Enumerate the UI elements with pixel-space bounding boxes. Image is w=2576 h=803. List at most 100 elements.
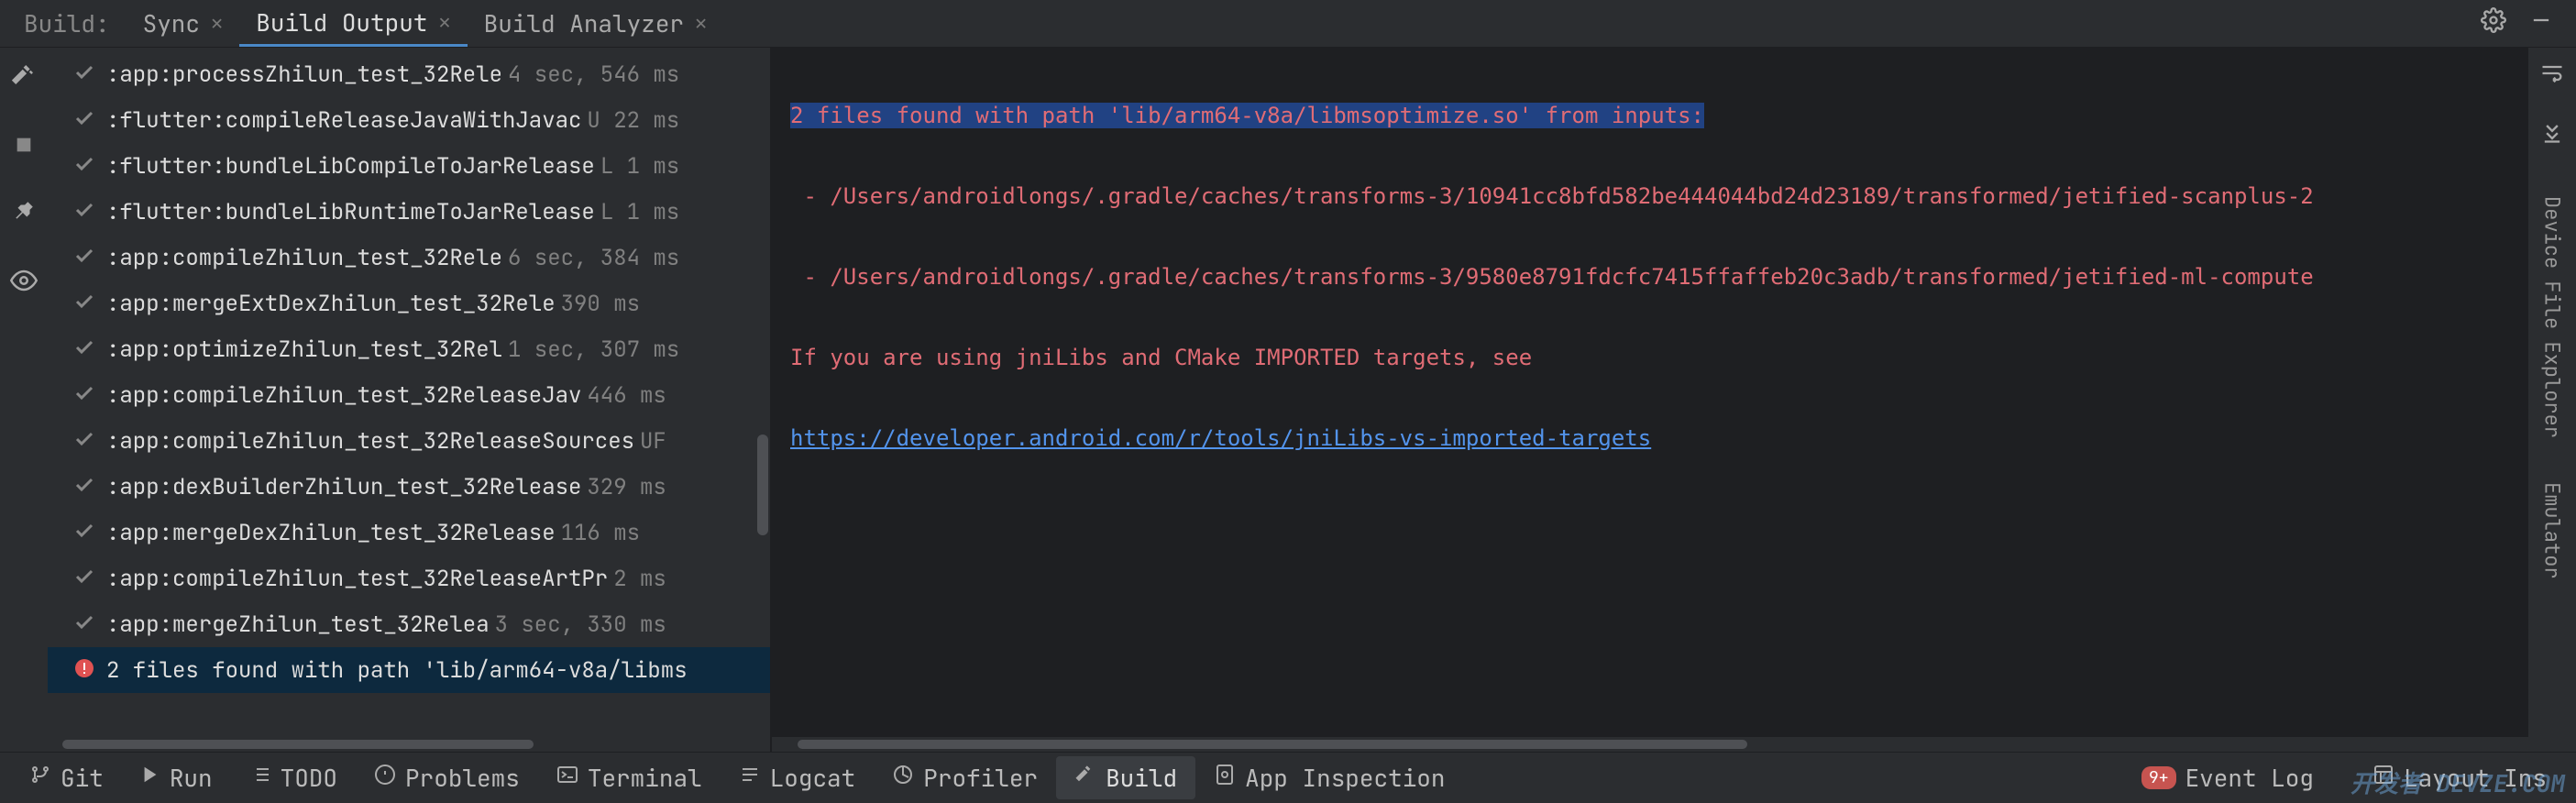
todo-tool[interactable]: TODO (231, 756, 356, 799)
task-label: :flutter:compileReleaseJavaWithJavac (106, 106, 581, 135)
tab-label: Sync (143, 7, 200, 39)
task-row[interactable]: :flutter:compileReleaseJavaWithJavac U 2… (48, 97, 770, 143)
run-label: Run (170, 762, 213, 794)
warning-icon (374, 764, 396, 793)
check-icon (73, 58, 95, 92)
build-label: Build: (7, 7, 127, 39)
tab-build-analyzer[interactable]: Build Analyzer ✕ (468, 0, 724, 47)
check-icon (73, 379, 95, 412)
task-time: L 1 ms (600, 152, 679, 181)
build-tool[interactable]: Build (1056, 756, 1195, 799)
stop-icon[interactable] (14, 134, 34, 162)
task-time: 1 sec, 307 ms (508, 336, 679, 364)
task-row[interactable]: :app:compileZhilun_test_32ReleaseSources… (48, 418, 770, 464)
output-content[interactable]: 2 files found with path 'lib/arm64-v8a/l… (772, 48, 2528, 737)
check-icon (73, 562, 95, 596)
logcat-icon (739, 764, 761, 793)
task-label: :flutter:bundleLibCompileToJarRelease (106, 152, 595, 181)
terminal-label: Terminal (588, 762, 702, 794)
task-row[interactable]: :app:compileZhilun_test_32ReleaseJav 446… (48, 372, 770, 418)
task-label: :flutter:bundleLibRuntimeToJarRelease (106, 198, 595, 226)
app-inspection-tool[interactable]: App Inspection (1195, 756, 1463, 799)
task-label: :app:mergeDexZhilun_test_32Release (106, 519, 556, 547)
task-row[interactable]: :app:processZhilun_test_32Rele 4 sec, 54… (48, 51, 770, 97)
tab-label: Build Output (256, 6, 427, 38)
tab-build-output[interactable]: Build Output ✕ (239, 0, 467, 47)
task-row[interactable]: :app:mergeExtDexZhilun_test_32Rele 390 m… (48, 280, 770, 326)
task-row[interactable]: :app:optimizeZhilun_test_32Rel 1 sec, 30… (48, 326, 770, 372)
app-inspection-label: App Inspection (1245, 762, 1445, 794)
check-icon (73, 424, 95, 458)
task-label: 2 files found with path 'lib/arm64-v8a/l… (106, 656, 688, 685)
profiler-tool[interactable]: Profiler (874, 756, 1056, 799)
eye-icon[interactable] (10, 267, 38, 302)
git-label: Git (61, 762, 104, 794)
task-time: 329 ms (587, 473, 666, 501)
scroll-to-end-icon[interactable] (2539, 119, 2565, 152)
gear-icon[interactable] (2481, 7, 2506, 40)
play-icon (140, 764, 160, 792)
tab-label: Build Analyzer (484, 7, 684, 39)
task-row[interactable]: :app:compileZhilun_test_32Rele 6 sec, 38… (48, 235, 770, 280)
output-horizontal-scrollbar[interactable] (772, 737, 2528, 752)
emulator-tab[interactable]: Emulator (2539, 482, 2566, 579)
terminal-tool[interactable]: Terminal (538, 756, 721, 799)
inspection-icon (1214, 764, 1236, 793)
minimize-icon[interactable] (2528, 7, 2554, 40)
git-branch-icon (29, 764, 51, 793)
task-row[interactable]: 2 files found with path 'lib/arm64-v8a/l… (48, 647, 770, 693)
profiler-label: Profiler (923, 762, 1038, 794)
event-log-label: Event Log (2185, 762, 2314, 794)
close-icon[interactable]: ✕ (695, 10, 707, 37)
soft-wrap-icon[interactable] (2539, 60, 2565, 94)
task-label: :app:compileZhilun_test_32ReleaseArtPr (106, 565, 608, 593)
task-row[interactable]: :app:mergeDexZhilun_test_32Release 116 m… (48, 510, 770, 556)
device-file-explorer-tab[interactable]: Device File Explorer (2539, 196, 2566, 438)
right-toolbar: Device File Explorer Emulator (2528, 48, 2576, 752)
horizontal-scrollbar[interactable] (48, 737, 770, 752)
task-time: 4 sec, 546 ms (508, 60, 679, 89)
task-time: 6 sec, 384 ms (508, 244, 679, 272)
build-tabs-bar: Build: Sync ✕ Build Output ✕ Build Analy… (0, 0, 2576, 48)
bottom-tool-bar: Git Run TODO Problems Terminal Logcat (0, 752, 2576, 803)
close-icon[interactable]: ✕ (211, 10, 223, 37)
task-time: 390 ms (561, 290, 640, 318)
check-icon (73, 241, 95, 275)
task-time: 116 ms (561, 519, 640, 547)
check-icon (73, 104, 95, 138)
hammer-icon (1074, 764, 1096, 793)
task-time: 2 ms (613, 565, 666, 593)
event-log-tool[interactable]: 9+ Event Log (2123, 756, 2332, 799)
task-label: :app:processZhilun_test_32Rele (106, 60, 502, 89)
watermark: 开发者 DEVZE.COM (2350, 765, 2565, 799)
task-row[interactable]: :app:mergeZhilun_test_32Relea 3 sec, 330… (48, 601, 770, 647)
output-line-4: If you are using jniLibs and CMake IMPOR… (790, 337, 2510, 378)
pin-icon[interactable] (12, 199, 36, 230)
output-line-1: 2 files found with path 'lib/arm64-v8a/l… (790, 103, 1704, 128)
task-row[interactable]: :app:compileZhilun_test_32ReleaseArtPr 2… (48, 556, 770, 601)
error-icon (73, 654, 95, 687)
check-icon (73, 195, 95, 229)
profiler-icon (892, 764, 914, 793)
task-row[interactable]: :flutter:bundleLibRuntimeToJarRelease L … (48, 189, 770, 235)
list-icon (249, 764, 271, 793)
task-time: 3 sec, 330 ms (495, 610, 666, 639)
close-icon[interactable]: ✕ (438, 9, 450, 36)
task-time: U 22 ms (587, 106, 679, 135)
check-icon (73, 333, 95, 367)
build-task-list: :app:processZhilun_test_32Rele 4 sec, 54… (48, 48, 772, 752)
git-tool[interactable]: Git (11, 756, 122, 799)
logcat-tool[interactable]: Logcat (721, 756, 875, 799)
task-time: L 1 ms (600, 198, 679, 226)
run-tool[interactable]: Run (122, 756, 231, 799)
tab-sync[interactable]: Sync ✕ (127, 0, 240, 47)
task-label: :app:compileZhilun_test_32Rele (106, 244, 502, 272)
vertical-scrollbar[interactable] (757, 434, 768, 535)
task-time: 446 ms (587, 381, 666, 410)
task-row[interactable]: :flutter:bundleLibCompileToJarRelease L … (48, 143, 770, 189)
output-link[interactable]: https://developer.android.com/r/tools/jn… (790, 425, 1651, 451)
task-row[interactable]: :app:dexBuilderZhilun_test_32Release 329… (48, 464, 770, 510)
problems-tool[interactable]: Problems (356, 756, 538, 799)
hammer-icon[interactable] (10, 62, 38, 97)
left-toolbar (0, 48, 48, 752)
